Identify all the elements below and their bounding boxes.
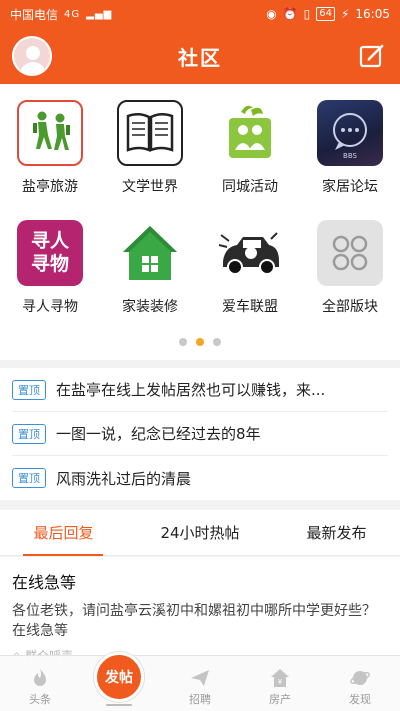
tab-latest-reply[interactable]: 最后回复 xyxy=(23,510,104,556)
alarm-icon: ⏰ xyxy=(282,7,298,21)
feed-tabs: 最后回复 24小时热帖 最新发布 xyxy=(0,510,400,556)
category-panel: 盐亭旅游 文学世界 同城活动 BBS 家居论坛 寻人 寻物 寻人寻物 家装装修 … xyxy=(0,84,400,360)
nav-label: 招聘 xyxy=(189,693,211,706)
lost-found-text-top: 寻人 xyxy=(30,230,69,252)
nav-headlines[interactable]: 头条 xyxy=(0,656,80,711)
nav-property[interactable]: ¥ 房产 xyxy=(240,656,320,711)
category-home-forum[interactable]: BBS 家居论坛 xyxy=(300,100,400,220)
pinned-post[interactable]: 置顶 一图一说，纪念已经过去的8年 xyxy=(12,412,388,456)
new-post-button[interactable]: 发帖 xyxy=(94,652,144,702)
charging-icon: ⚡ xyxy=(340,7,350,21)
category-label: 同城活动 xyxy=(222,179,278,195)
vibrate-icon: ▯ xyxy=(303,7,311,21)
bbs-chat-icon: BBS xyxy=(317,100,383,166)
list-item[interactable]: 在线急等 各位老铁，请问盐亭云溪初中和嫘祖初中哪所中学更好些？在线急等 ◇ 群众… xyxy=(0,557,400,663)
pinned-post[interactable]: 置顶 在盐亭在线上发帖居然也可以赚钱，来... xyxy=(12,368,388,412)
svg-text:¥: ¥ xyxy=(278,678,283,686)
page-dot[interactable] xyxy=(213,338,221,346)
all-sections-icon xyxy=(317,220,383,286)
category-label: 家装装修 xyxy=(122,299,178,315)
nav-label: 房产 xyxy=(269,693,291,706)
pinned-posts: 置顶 在盐亭在线上发帖居然也可以赚钱，来... 置顶 一图一说，纪念已经过去的8… xyxy=(0,368,400,500)
page-indicator xyxy=(0,338,400,346)
category-label: 全部版块 xyxy=(322,299,378,315)
house-icon xyxy=(117,220,183,286)
category-decoration[interactable]: 家装装修 xyxy=(100,220,200,340)
pinned-badge: 置顶 xyxy=(12,379,46,400)
lost-found-text-bottom: 寻物 xyxy=(30,253,69,275)
eye-icon: ◉ xyxy=(266,7,277,21)
category-local-events[interactable]: 同城活动 xyxy=(200,100,300,220)
category-lost-found[interactable]: 寻人 寻物 寻人寻物 xyxy=(0,220,100,340)
nav-label: 头条 xyxy=(29,693,51,706)
carrier-name: 中国电信 xyxy=(10,7,59,22)
battery-indicator: 64 xyxy=(316,7,335,21)
planet-icon xyxy=(350,671,370,685)
car-icon xyxy=(217,220,283,286)
nav-jobs[interactable]: 招聘 xyxy=(160,656,240,711)
status-bar: 中国电信 4G ▂▄▆ ◉ ⏰ ▯ 64 ⚡ 16:05 xyxy=(0,0,400,28)
category-all-sections[interactable]: 全部版块 xyxy=(300,220,400,340)
flame-icon xyxy=(34,669,46,686)
nav-label: 发现 xyxy=(349,693,371,706)
nav-discover[interactable]: 发现 xyxy=(320,656,400,711)
page-dot[interactable] xyxy=(179,338,187,346)
avatar[interactable] xyxy=(12,36,52,76)
category-literature[interactable]: 文学世界 xyxy=(100,100,200,220)
category-tourism[interactable]: 盐亭旅游 xyxy=(0,100,100,220)
category-grid: 盐亭旅游 文学世界 同城活动 BBS 家居论坛 寻人 寻物 寻人寻物 家装装修 … xyxy=(0,84,400,340)
post-excerpt: 各位老铁，请问盐亭云溪初中和嫘祖初中哪所中学更好些？在线急等 xyxy=(12,603,376,639)
people-group-icon xyxy=(217,100,283,166)
clock-time: 16:05 xyxy=(355,7,390,21)
network-type: 4G xyxy=(64,8,81,20)
page-dot-active[interactable] xyxy=(196,338,204,346)
svg-text:BBS: BBS xyxy=(343,152,357,160)
pinned-post-title: 在盐亭在线上发帖居然也可以赚钱，来... xyxy=(56,381,326,399)
paper-plane-icon xyxy=(191,670,209,686)
category-label: 寻人寻物 xyxy=(22,299,78,315)
category-label: 盐亭旅游 xyxy=(22,179,78,195)
post-title: 在线急等 xyxy=(12,573,77,592)
signal-icon: ▂▄▆ xyxy=(86,8,113,20)
edit-icon[interactable] xyxy=(358,42,386,70)
fab-underline xyxy=(106,704,132,706)
pinned-post-title: 风雨洗礼过后的清晨 xyxy=(56,469,192,488)
category-label: 爱车联盟 xyxy=(222,299,278,315)
tab-newest[interactable]: 最新发布 xyxy=(296,510,376,556)
house-price-icon: ¥ xyxy=(271,669,289,687)
book-icon xyxy=(117,100,183,166)
hiking-icon xyxy=(17,100,83,166)
category-label: 家居论坛 xyxy=(322,179,378,195)
pinned-post-title: 一图一说，纪念已经过去的8年 xyxy=(56,425,261,443)
bottom-nav: 头条 招聘 ¥ 房产 发现 xyxy=(0,655,400,711)
app-header: 社区 xyxy=(0,28,400,84)
category-car-club[interactable]: 爱车联盟 xyxy=(200,220,300,340)
pinned-post[interactable]: 置顶 风雨洗礼过后的清晨 xyxy=(12,456,388,500)
tab-24h-hot[interactable]: 24小时热帖 xyxy=(150,510,249,556)
category-label: 文学世界 xyxy=(122,179,178,195)
page-title: 社区 xyxy=(178,45,222,70)
lost-found-icon: 寻人 寻物 xyxy=(17,220,83,286)
pinned-badge: 置顶 xyxy=(12,468,46,488)
pinned-badge: 置顶 xyxy=(12,423,46,444)
